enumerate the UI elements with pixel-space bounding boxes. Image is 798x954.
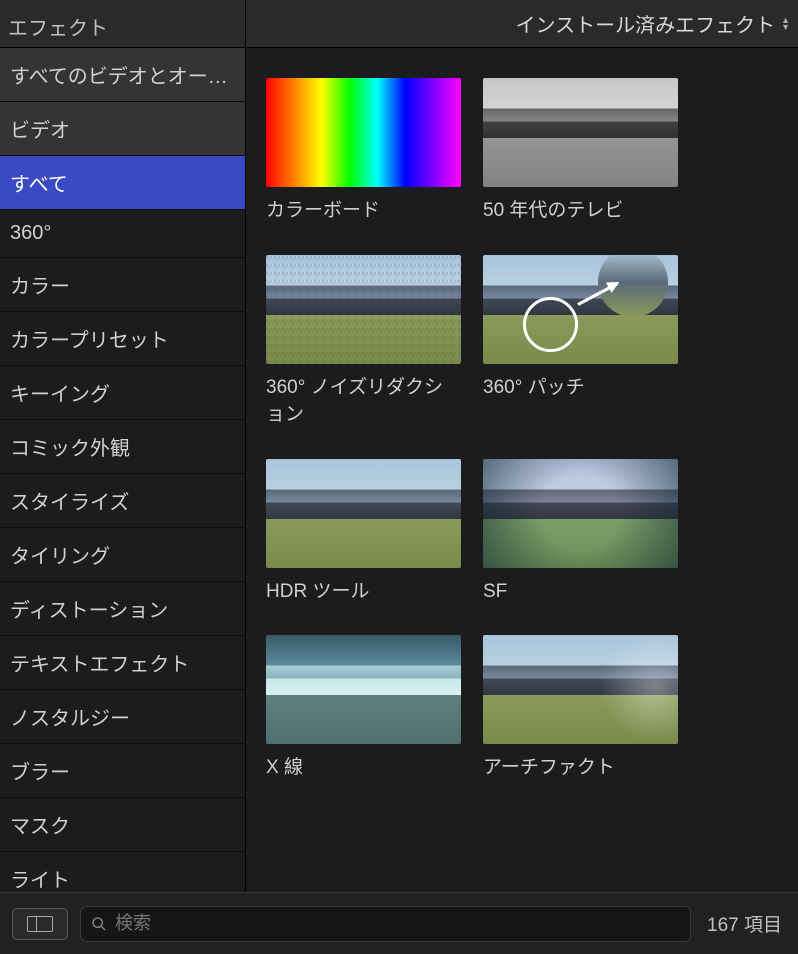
sidebar-item-keying[interactable]: キーイング [0,366,245,420]
effect-label: 50 年代のテレビ [483,197,678,225]
sidebar-item-tiling[interactable]: タイリング [0,528,245,582]
effect-label: X 線 [266,754,461,782]
search-field[interactable] [80,906,691,942]
effect-thumbnail [266,78,461,187]
effect-thumbnail [266,255,461,364]
item-count: 167 項目 [703,910,786,937]
sidebar-item-comic-looks[interactable]: コミック外観 [0,420,245,474]
effect-thumbnail [483,459,678,568]
sidebar-item-stylize[interactable]: スタイライズ [0,474,245,528]
effect-x-ray[interactable]: X 線 [266,635,461,782]
search-icon [91,916,107,932]
effect-color-board[interactable]: カラーボード [266,78,461,225]
footer: 167 項目 [0,892,798,954]
effect-label: 360° パッチ [483,374,678,402]
effect-thumbnail [483,255,678,364]
sidebar-item-nostalgia[interactable]: ノスタルジー [0,690,245,744]
effects-grid: カラーボード 50 年代のテレビ 360° ノイズリダクション 360° パッチ… [246,48,798,892]
effect-label: アーチファクト [483,754,678,782]
sidebar-toggle-button[interactable] [12,908,68,940]
sidebar-item-text-effects[interactable]: テキストエフェクト [0,636,245,690]
effect-sf[interactable]: SF [483,459,678,606]
effect-thumbnail [266,459,461,568]
sidebar-item-mask[interactable]: マスク [0,798,245,852]
sidebar-item-light[interactable]: ライト [0,852,245,892]
header: エフェクト インストール済みエフェクト ▲▼ [0,0,798,48]
effect-thumbnail [266,635,461,744]
sidebar: すべてのビデオとオー… ビデオ すべて 360° カラー カラープリセット キー… [0,48,246,892]
effect-thumbnail [483,78,678,187]
chevron-up-down-icon: ▲▼ [781,17,790,31]
header-right: インストール済みエフェクト ▲▼ [246,0,798,47]
effect-360-patch[interactable]: 360° パッチ [483,255,678,429]
sidebar-item-distortion[interactable]: ディストーション [0,582,245,636]
sidebar-item-360[interactable]: 360° [0,210,245,258]
sidebar-item-color-presets[interactable]: カラープリセット [0,312,245,366]
effect-label: 360° ノイズリダクション [266,374,461,429]
effect-thumbnail [483,635,678,744]
body: すべてのビデオとオー… ビデオ すべて 360° カラー カラープリセット キー… [0,48,798,892]
dropdown-label: インストール済みエフェクト [515,9,775,38]
effect-label: SF [483,578,678,606]
sidebar-item-blur[interactable]: ブラー [0,744,245,798]
effect-hdr-tools[interactable]: HDR ツール [266,459,461,606]
effect-artifact[interactable]: アーチファクト [483,635,678,782]
search-input[interactable] [115,913,680,934]
sidebar-item-all-video-audio[interactable]: すべてのビデオとオー… [0,48,245,102]
effect-360-noise-reduction[interactable]: 360° ノイズリダクション [266,255,461,429]
panel-title: エフェクト [0,0,246,47]
sidebar-item-color[interactable]: カラー [0,258,245,312]
effect-label: HDR ツール [266,578,461,606]
effect-label: カラーボード [266,197,461,225]
sidebar-item-all[interactable]: すべて [0,156,245,210]
effects-filter-dropdown[interactable]: インストール済みエフェクト ▲▼ [515,9,790,38]
sidebar-item-video[interactable]: ビデオ [0,102,245,156]
effect-50s-tv[interactable]: 50 年代のテレビ [483,78,678,225]
sidebar-icon [27,916,53,932]
